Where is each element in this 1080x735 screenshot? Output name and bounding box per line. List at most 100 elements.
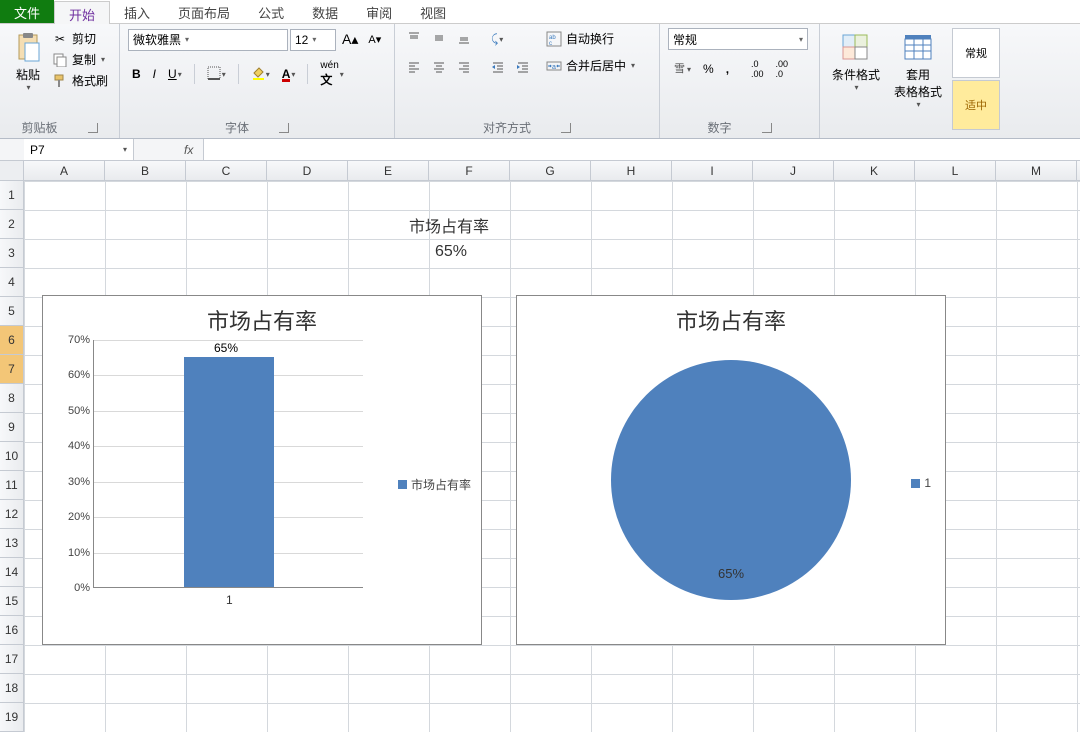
row-header[interactable]: 11 <box>0 471 24 500</box>
name-box[interactable]: P7 ▾ <box>24 139 134 160</box>
borders-button[interactable]: ▾ <box>203 63 230 86</box>
row-header[interactable]: 8 <box>0 384 24 413</box>
dialog-launcher-icon[interactable] <box>762 123 772 133</box>
align-top-button[interactable] <box>403 28 425 51</box>
row-header[interactable]: 14 <box>0 558 24 587</box>
col-header[interactable]: E <box>348 161 429 180</box>
col-header[interactable]: G <box>510 161 591 180</box>
dialog-launcher-icon[interactable] <box>279 123 289 133</box>
cells-area[interactable]: 市场占有率 65% 市场占有率 市场占有率 0%10%20%30%40%50%6… <box>24 181 1080 732</box>
row-header[interactable]: 5 <box>0 297 24 326</box>
row-header[interactable]: 18 <box>0 674 24 703</box>
style-normal[interactable]: 常规 <box>952 28 1000 78</box>
decrease-font-button[interactable]: A▾ <box>364 30 385 49</box>
tab-formulas[interactable]: 公式 <box>244 0 298 23</box>
row-header[interactable]: 12 <box>0 500 24 529</box>
tab-review[interactable]: 审阅 <box>352 0 406 23</box>
row-header[interactable]: 10 <box>0 442 24 471</box>
align-left-button[interactable] <box>403 57 425 80</box>
font-color-button[interactable]: A▾ <box>278 64 300 85</box>
paste-icon <box>12 32 44 64</box>
dialog-launcher-icon[interactable] <box>561 123 571 133</box>
row-header[interactable]: 15 <box>0 587 24 616</box>
currency-button[interactable]: 雪▾ <box>668 58 695 81</box>
align-bottom-icon <box>457 31 471 48</box>
col-header[interactable]: C <box>186 161 267 180</box>
tab-page-layout[interactable]: 页面布局 <box>164 0 244 23</box>
underline-button[interactable]: U▾ <box>164 64 186 84</box>
bold-button[interactable]: B <box>128 64 145 84</box>
fx-icon[interactable]: fx <box>174 143 203 157</box>
svg-text:雪: 雪 <box>674 62 685 75</box>
pie-chart-object[interactable]: 市场占有率 1 65% <box>516 295 946 645</box>
wrap-text-button[interactable]: abc 自动换行 <box>546 28 635 49</box>
increase-decimal-button[interactable]: .0.00 <box>747 56 768 82</box>
formula-input[interactable] <box>203 139 1080 160</box>
row-header[interactable]: 9 <box>0 413 24 442</box>
col-header[interactable]: I <box>672 161 753 180</box>
increase-font-button[interactable]: A▴ <box>338 28 362 51</box>
col-header[interactable]: K <box>834 161 915 180</box>
format-as-table-button[interactable]: 套用 表格格式 ▾ <box>890 28 946 113</box>
row-header[interactable]: 19 <box>0 703 24 732</box>
y-tick-label: 50% <box>54 405 90 417</box>
col-header[interactable]: H <box>591 161 672 180</box>
row-header[interactable]: 13 <box>0 529 24 558</box>
bar-chart-axes: 0%10%20%30%40%50%60%70%65%1 <box>93 340 363 588</box>
tab-home[interactable]: 开始 <box>54 1 110 24</box>
italic-button[interactable]: I <box>149 64 160 84</box>
align-bottom-button[interactable] <box>453 28 475 51</box>
brush-icon <box>52 73 68 89</box>
file-tab[interactable]: 文件 <box>0 0 54 23</box>
decrease-decimal-button[interactable]: .00.0 <box>772 56 793 82</box>
col-header[interactable]: J <box>753 161 834 180</box>
col-header[interactable]: L <box>915 161 996 180</box>
style-good[interactable]: 适中 <box>952 80 1000 130</box>
row-header[interactable]: 2 <box>0 210 24 239</box>
y-tick-label: 70% <box>54 334 90 346</box>
comma-button[interactable]: , <box>722 59 733 79</box>
align-middle-button[interactable] <box>428 28 450 51</box>
conditional-formatting-button[interactable]: 条件格式 ▾ <box>828 28 884 96</box>
merge-center-button[interactable]: a 合并后居中 ▾ <box>546 55 635 76</box>
bar-chart-object[interactable]: 市场占有率 市场占有率 0%10%20%30%40%50%60%70%65%1 <box>42 295 482 645</box>
col-header[interactable]: A <box>24 161 105 180</box>
number-format-combo[interactable]: 常规▾ <box>668 28 808 50</box>
row-header[interactable]: 1 <box>0 181 24 210</box>
table-fmt-label: 套用 表格格式 <box>894 66 942 100</box>
paste-button[interactable]: 粘贴 ▾ <box>8 28 48 96</box>
row-header[interactable]: 6 <box>0 326 24 355</box>
font-name-combo[interactable]: 微软雅黑▾ <box>128 29 288 51</box>
cut-button[interactable]: ✂ 剪切 <box>52 28 108 49</box>
fill-color-button[interactable]: ▾ <box>247 63 274 86</box>
row-header[interactable]: 7 <box>0 355 24 384</box>
decrease-decimal-icon: .00.0 <box>776 59 789 79</box>
orientation-button[interactable]: ⤹▾ <box>487 29 507 50</box>
tab-view[interactable]: 视图 <box>406 0 460 23</box>
dialog-launcher-icon[interactable] <box>88 123 98 133</box>
col-header[interactable]: F <box>429 161 510 180</box>
col-header[interactable]: D <box>267 161 348 180</box>
copy-icon <box>52 52 68 68</box>
col-header[interactable]: B <box>105 161 186 180</box>
increase-indent-button[interactable] <box>512 57 534 80</box>
format-painter-button[interactable]: 格式刷 <box>52 70 108 91</box>
percent-button[interactable]: % <box>699 59 718 79</box>
tab-data[interactable]: 数据 <box>298 0 352 23</box>
row-header[interactable]: 4 <box>0 268 24 297</box>
decrease-indent-button[interactable] <box>487 57 509 80</box>
font-size-combo[interactable]: 12▾ <box>290 29 336 51</box>
formula-bar: P7 ▾ fx <box>0 139 1080 161</box>
tab-insert[interactable]: 插入 <box>110 0 164 23</box>
col-header[interactable]: M <box>996 161 1077 180</box>
align-right-button[interactable] <box>453 57 475 80</box>
row-header[interactable]: 3 <box>0 239 24 268</box>
row-header[interactable]: 17 <box>0 645 24 674</box>
copy-button[interactable]: 复制 ▾ <box>52 49 108 70</box>
align-center-button[interactable] <box>428 57 450 80</box>
chart-legend: 市场占有率 <box>398 476 471 493</box>
phonetic-button[interactable]: wén文▾ <box>316 57 347 91</box>
bar <box>184 357 274 587</box>
row-header[interactable]: 16 <box>0 616 24 645</box>
select-all-corner[interactable] <box>0 161 24 180</box>
